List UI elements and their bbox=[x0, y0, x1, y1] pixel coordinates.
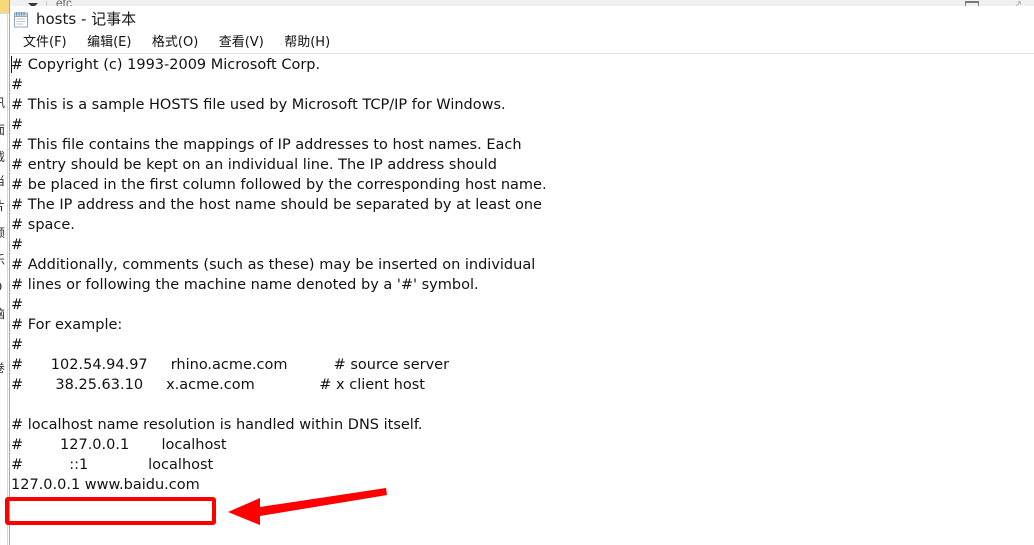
text-line: # 102.54.94.97 rhino.acme.com # source s… bbox=[11, 357, 450, 373]
text-line bbox=[11, 495, 1034, 515]
text-line: # bbox=[11, 117, 24, 133]
bg-label-8: 脑 bbox=[0, 308, 9, 321]
bg-label-7: D bbox=[0, 281, 9, 294]
text-line: # bbox=[11, 77, 24, 93]
text-line: # For example: bbox=[11, 317, 123, 333]
text-line bbox=[11, 515, 1034, 535]
bg-label-4: 片 bbox=[0, 200, 9, 213]
notepad-window: hosts - 记事本 文件(F) 编辑(E) 格式(O) 查看(V) 帮助(H… bbox=[9, 6, 1034, 545]
notepad-titlebar[interactable]: hosts - 记事本 bbox=[10, 6, 1034, 33]
bg-label-6: 乐 bbox=[0, 254, 9, 267]
text-line: # bbox=[11, 337, 24, 353]
text-line: # 127.0.0.1 localhost bbox=[11, 437, 227, 453]
text-line: # Additionally, comments (such as these)… bbox=[11, 257, 536, 273]
menubar: 文件(F) 编辑(E) 格式(O) 查看(V) 帮助(H) bbox=[10, 33, 1034, 54]
notepad-icon bbox=[14, 12, 28, 28]
document-text: # Copyright (c) 1993-2009 Microsoft Corp… bbox=[11, 55, 1034, 535]
menu-help[interactable]: 帮助(H) bbox=[276, 33, 338, 53]
text-line: 127.0.0.1 www.baidu.com bbox=[11, 477, 200, 493]
window-title: hosts - 记事本 bbox=[36, 10, 137, 28]
text-line: # ::1 localhost bbox=[11, 457, 214, 473]
text-line: # The IP address and the host name shoul… bbox=[11, 197, 542, 213]
bg-label-5: 频 bbox=[0, 227, 9, 240]
text-line: # entry should be kept on an individual … bbox=[11, 157, 497, 173]
text-line bbox=[11, 395, 1034, 415]
menu-view[interactable]: 查看(V) bbox=[211, 33, 272, 53]
text-line: # This file contains the mappings of IP … bbox=[11, 137, 522, 153]
menu-format[interactable]: 格式(O) bbox=[144, 33, 206, 53]
text-line: # be placed in the first column followed… bbox=[11, 177, 547, 193]
text-line: # Copyright (c) 1993-2009 Microsoft Corp… bbox=[11, 57, 321, 73]
background-left-edge-labels: 讯 面 载 当 片 频 乐 D 脑 卷 bbox=[0, 14, 9, 545]
text-line: # bbox=[11, 297, 24, 313]
text-line: # localhost name resolution is handled w… bbox=[11, 417, 423, 433]
text-editor-area[interactable]: # Copyright (c) 1993-2009 Microsoft Corp… bbox=[10, 54, 1034, 543]
bg-label-0: 讯 bbox=[0, 97, 9, 110]
menu-file[interactable]: 文件(F) bbox=[15, 33, 75, 53]
bg-label-3: 当 bbox=[0, 175, 9, 188]
menu-edit[interactable]: 编辑(E) bbox=[79, 33, 139, 53]
text-line: # lines or following the machine name de… bbox=[11, 277, 479, 293]
text-line: # space. bbox=[11, 217, 75, 233]
text-line: # 38.25.63.10 x.acme.com # x client host bbox=[11, 377, 425, 393]
bg-label-2: 载 bbox=[0, 151, 9, 164]
bg-label-1: 面 bbox=[0, 124, 9, 137]
text-line: # bbox=[11, 237, 24, 253]
text-line: # This is a sample HOSTS file used by Mi… bbox=[11, 97, 506, 113]
bg-label-9: 卷 bbox=[0, 362, 9, 375]
